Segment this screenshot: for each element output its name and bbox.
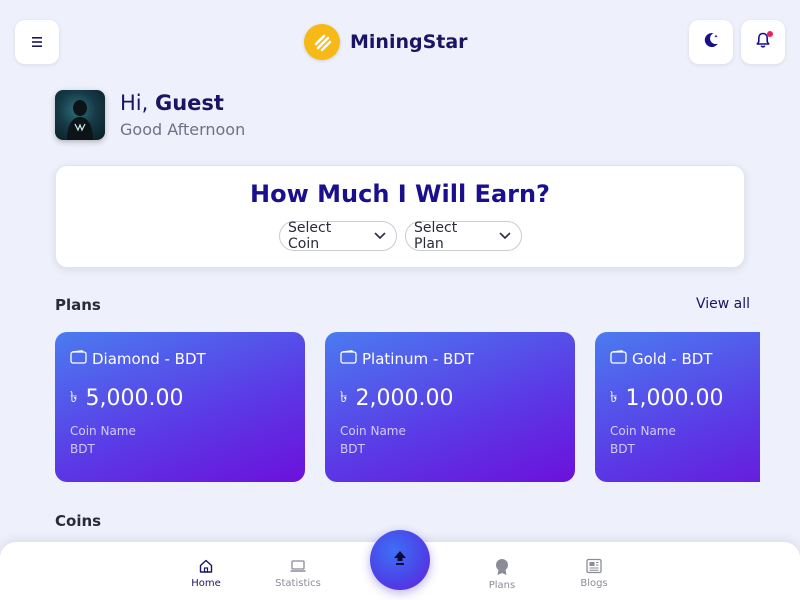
plan-name-text: Diamond - BDT	[92, 350, 206, 368]
brand: MiningStar	[304, 24, 468, 60]
plan-coin-label: Coin Name	[610, 424, 676, 438]
greeting-hi: Hi,	[120, 91, 149, 115]
menu-button[interactable]	[15, 20, 59, 64]
theme-toggle-button[interactable]	[689, 20, 733, 64]
plan-price: ৳ 5,000.00	[70, 386, 183, 411]
greeting-user-name: Guest	[155, 91, 224, 115]
greeting-subtitle: Good Afternoon	[120, 120, 246, 139]
medal-icon	[472, 558, 532, 576]
plan-name: Platinum - BDT	[340, 350, 474, 368]
plan-name-text: Platinum - BDT	[362, 350, 475, 368]
wallet-icon	[340, 350, 362, 368]
select-plan-dropdown[interactable]: Select Plan	[405, 220, 522, 252]
plans-carousel[interactable]: Diamond - BDT ৳ 5,000.00 Coin Name BDT P…	[55, 332, 760, 482]
plan-price: ৳ 1,000.00	[610, 386, 723, 411]
hamburger-menu-icon	[30, 33, 44, 52]
plan-coin-value: BDT	[70, 442, 95, 456]
upload-fab-button[interactable]	[370, 530, 430, 590]
plan-coin-value: BDT	[340, 442, 365, 456]
select-coin-dropdown[interactable]: Select Coin	[279, 220, 397, 252]
plan-coin-label: Coin Name	[340, 424, 406, 438]
nav-plans-label: Plans	[488, 580, 516, 591]
plan-name: Diamond - BDT	[70, 350, 206, 368]
plan-price: ৳ 2,000.00	[340, 386, 453, 411]
view-all-plans-link[interactable]: View all	[696, 296, 750, 312]
avatar[interactable]	[55, 90, 105, 140]
currency-symbol: ৳	[70, 388, 78, 406]
laptop-icon	[268, 558, 328, 574]
newspaper-icon	[564, 558, 624, 574]
plan-coin-label: Coin Name	[70, 424, 136, 438]
nav-home-label: Home	[191, 578, 221, 589]
plan-coin-value: BDT	[610, 442, 635, 456]
plan-card-gold[interactable]: Gold - BDT ৳ 1,000.00 Coin Name BDT	[595, 332, 760, 482]
nav-blogs-label: Blogs	[580, 578, 608, 589]
upload-arrow-icon	[392, 549, 408, 571]
plan-card-platinum[interactable]: Platinum - BDT ৳ 2,000.00 Coin Name BDT	[325, 332, 575, 482]
notification-badge-dot	[767, 31, 773, 37]
coins-section-title: Coins	[55, 512, 102, 530]
nav-statistics-label: Statistics	[275, 578, 321, 589]
plan-card-diamond[interactable]: Diamond - BDT ৳ 5,000.00 Coin Name BDT	[55, 332, 305, 482]
plan-price-value: 1,000.00	[625, 386, 724, 411]
currency-symbol: ৳	[340, 388, 348, 406]
nav-plans[interactable]: Plans	[472, 558, 532, 591]
wallet-icon	[610, 350, 632, 368]
plan-name-text: Gold - BDT	[632, 350, 713, 368]
greeting: Hi, Guest Good Afternoon	[120, 90, 245, 139]
earn-calculator-title: How Much I Will Earn?	[250, 180, 550, 208]
brand-logo-icon	[304, 24, 340, 60]
plan-price-value: 2,000.00	[355, 386, 454, 411]
home-icon	[176, 558, 236, 574]
brand-name: MiningStar	[350, 31, 468, 53]
nav-statistics[interactable]: Statistics	[268, 558, 328, 589]
plan-price-value: 5,000.00	[85, 386, 184, 411]
greeting-title: Hi, Guest	[120, 90, 245, 116]
select-coin-label: Select Coin	[288, 220, 332, 252]
plan-name: Gold - BDT	[610, 350, 712, 368]
wallet-icon	[70, 350, 92, 368]
select-plan-label: Select Plan	[414, 220, 458, 252]
chevron-down-icon	[491, 228, 511, 244]
currency-symbol: ৳	[610, 388, 618, 406]
plans-section-title: Plans	[55, 296, 101, 314]
earn-calculator-card: How Much I Will Earn? Select Coin Select…	[55, 165, 745, 268]
nav-home[interactable]: Home	[176, 558, 236, 589]
notifications-button[interactable]	[741, 20, 785, 64]
moon-icon	[701, 30, 721, 54]
nav-blogs[interactable]: Blogs	[564, 558, 624, 589]
chevron-down-icon	[366, 228, 386, 244]
